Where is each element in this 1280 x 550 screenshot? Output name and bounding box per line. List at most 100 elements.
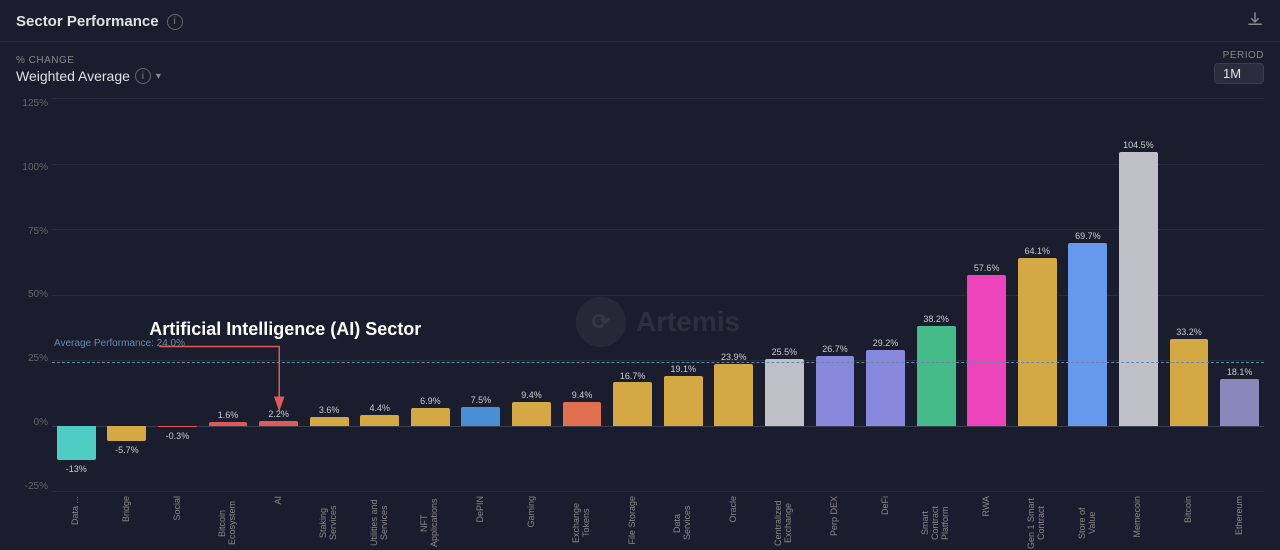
bar-value-label: 9.4% xyxy=(521,390,542,400)
x-label-text: Smart Contract Platform xyxy=(921,496,951,550)
bar-group: 1.6% xyxy=(204,98,253,492)
bar-group: 69.7% xyxy=(1064,98,1113,492)
bar-group: -5.7% xyxy=(103,98,152,492)
bar-group: 7.5% xyxy=(457,98,506,492)
bar xyxy=(411,408,450,426)
bar xyxy=(765,359,804,426)
y-axis-label: 100% xyxy=(22,162,48,173)
bar xyxy=(816,356,855,426)
download-icon[interactable] xyxy=(1246,10,1264,33)
main-container: Sector Performance i % CHANGE Weighted A… xyxy=(0,0,1280,550)
bar-group: -13% xyxy=(52,98,101,492)
bar-value-label: 23.9% xyxy=(721,352,747,362)
x-label-text: Centralized Exchange xyxy=(774,496,794,550)
bar-group: -0.3% xyxy=(153,98,202,492)
bar-group: 57.6% xyxy=(962,98,1011,492)
page-title: Sector Performance xyxy=(16,13,159,30)
bar-group: 9.4% xyxy=(507,98,556,492)
bar-value-label: 25.5% xyxy=(772,347,798,357)
bar-value-label: -13% xyxy=(66,464,87,474)
bar-value-label: 69.7% xyxy=(1075,231,1101,241)
x-label: Bitcoin Ecosystem xyxy=(204,492,253,550)
bar-value-label: 7.5% xyxy=(471,395,492,405)
bar xyxy=(1119,152,1158,426)
bar-group: 26.7% xyxy=(811,98,860,492)
bar xyxy=(714,364,753,427)
bar-group: 2.2% xyxy=(254,98,303,492)
y-axis: 125%100%75%50%25%0%-25% xyxy=(16,94,52,550)
bar-value-label: -5.7% xyxy=(115,445,139,455)
y-axis-label: -25% xyxy=(25,481,48,492)
change-label: % CHANGE xyxy=(16,55,161,66)
bar xyxy=(158,426,197,427)
bar xyxy=(107,426,146,441)
chart-area: 125%100%75%50%25%0%-25% ⟳ Artemis Averag… xyxy=(0,90,1280,550)
bar xyxy=(1018,258,1057,426)
bar-value-label: 38.2% xyxy=(923,314,949,324)
bar xyxy=(310,417,349,426)
x-label-text: DePIN xyxy=(476,496,486,523)
x-label: File Storage xyxy=(608,492,657,550)
bar xyxy=(57,426,96,460)
bar-value-label: 64.1% xyxy=(1025,246,1051,256)
x-label-text: Social xyxy=(173,496,183,521)
x-label-text: File Storage xyxy=(628,496,638,545)
x-label: Utilities and Services xyxy=(355,492,404,550)
y-axis-label: 0% xyxy=(34,417,48,428)
bar-group: 3.6% xyxy=(305,98,354,492)
bar-group: 4.4% xyxy=(355,98,404,492)
bar-value-label: 29.2% xyxy=(873,338,899,348)
bar-group: 19.1% xyxy=(659,98,708,492)
bar-group: 29.2% xyxy=(861,98,910,492)
x-labels: Data ...BridgeSocialBitcoin EcosystemAIS… xyxy=(52,492,1264,550)
bar-value-label: 2.2% xyxy=(268,409,289,419)
bar-group: 64.1% xyxy=(1013,98,1062,492)
x-label-text: Bridge xyxy=(122,496,132,522)
x-label: Smart Contract Platform xyxy=(912,492,961,550)
x-label: Exchange Tokens xyxy=(558,492,607,550)
bar-group: 25.5% xyxy=(760,98,809,492)
header: Sector Performance i xyxy=(0,0,1280,42)
control-left: % CHANGE Weighted Average i ▾ xyxy=(16,55,161,84)
x-label: NFT Applications xyxy=(406,492,455,550)
x-label: Centralized Exchange xyxy=(760,492,809,550)
x-label-text: RWA xyxy=(982,496,992,517)
x-label: Staking Services xyxy=(305,492,354,550)
bar-value-label: 33.2% xyxy=(1176,327,1202,337)
weighted-avg-info-icon[interactable]: i xyxy=(135,68,151,84)
x-label-text: Memecoin xyxy=(1133,496,1143,538)
weighted-avg-button[interactable]: Weighted Average i ▾ xyxy=(16,68,161,84)
bar xyxy=(866,350,905,427)
period-select[interactable]: 1W 1M 3M 6M 1Y All xyxy=(1214,63,1264,84)
x-label: DeFi xyxy=(861,492,910,550)
control-right: PERIOD 1W 1M 3M 6M 1Y All xyxy=(1214,50,1264,84)
x-label: Bridge xyxy=(103,492,152,550)
x-label: Gen 1 Smart Contract xyxy=(1013,492,1062,550)
x-label-text: NFT Applications xyxy=(420,496,440,550)
bar-group: 9.4% xyxy=(558,98,607,492)
x-label-text: Staking Services xyxy=(319,496,339,550)
y-axis-label: 75% xyxy=(28,226,48,237)
bar xyxy=(461,407,500,427)
bar xyxy=(917,326,956,426)
x-label: Gaming xyxy=(507,492,556,550)
bar-value-label: 9.4% xyxy=(572,390,593,400)
bar-value-label: 19.1% xyxy=(670,364,696,374)
x-label-text: AI xyxy=(274,496,284,505)
bar-value-label: 18.1% xyxy=(1227,367,1253,377)
bar-group: 23.9% xyxy=(710,98,759,492)
x-label-text: Gen 1 Smart Contract xyxy=(1027,496,1047,550)
header-info-icon[interactable]: i xyxy=(167,14,183,30)
x-label: Store of Value xyxy=(1064,492,1113,550)
bars-container: -13% -5.7% -0.3% 1.6% 2.2% 3.6%4.4%6.9% 7.5% 9.… xyxy=(52,98,1264,492)
bar xyxy=(1068,243,1107,426)
bar-value-label: -0.3% xyxy=(166,431,190,441)
bar-value-label: 104.5% xyxy=(1123,140,1154,150)
x-label-text: Bitcoin xyxy=(1184,496,1194,523)
y-axis-label: 25% xyxy=(28,353,48,364)
bar-group: 18.1% xyxy=(1215,98,1264,492)
bar xyxy=(1220,379,1259,427)
bar-group: 6.9% xyxy=(406,98,455,492)
bar xyxy=(360,415,399,427)
average-line xyxy=(52,362,1264,363)
